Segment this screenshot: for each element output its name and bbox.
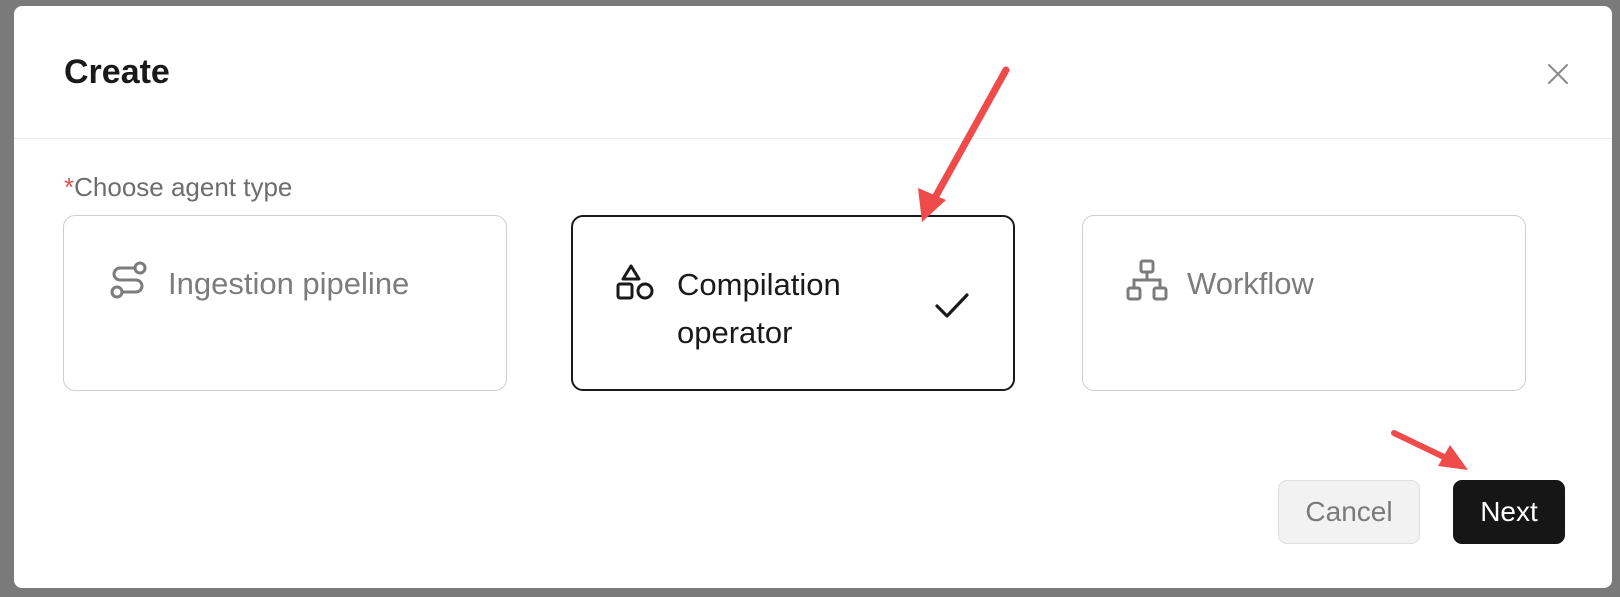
option-label: Ingestion pipeline [168,266,410,301]
shapes-icon [616,264,654,300]
create-dialog: Create *Choose agent type Ingestion pipe… [14,6,1612,588]
option-workflow[interactable]: Workflow [1082,215,1526,391]
cancel-button[interactable]: Cancel [1278,480,1420,544]
check-icon [935,293,969,318]
dialog-header: Create [14,6,1612,139]
close-button[interactable] [1538,54,1578,94]
required-mark: * [64,172,75,202]
agent-type-label: *Choose agent type [64,172,292,203]
route-icon [110,261,147,299]
next-button[interactable]: Next [1453,480,1565,544]
dialog-title: Create [64,53,170,91]
option-label: Compilation operator [677,267,841,350]
hierarchy-icon [1126,259,1168,301]
close-icon [1548,64,1568,84]
option-compilation-operator[interactable]: Compilation operator [571,215,1015,391]
option-label: Workflow [1187,266,1314,301]
option-ingestion-pipeline[interactable]: Ingestion pipeline [63,215,507,391]
agent-type-label-text: Choose agent type [74,172,293,202]
